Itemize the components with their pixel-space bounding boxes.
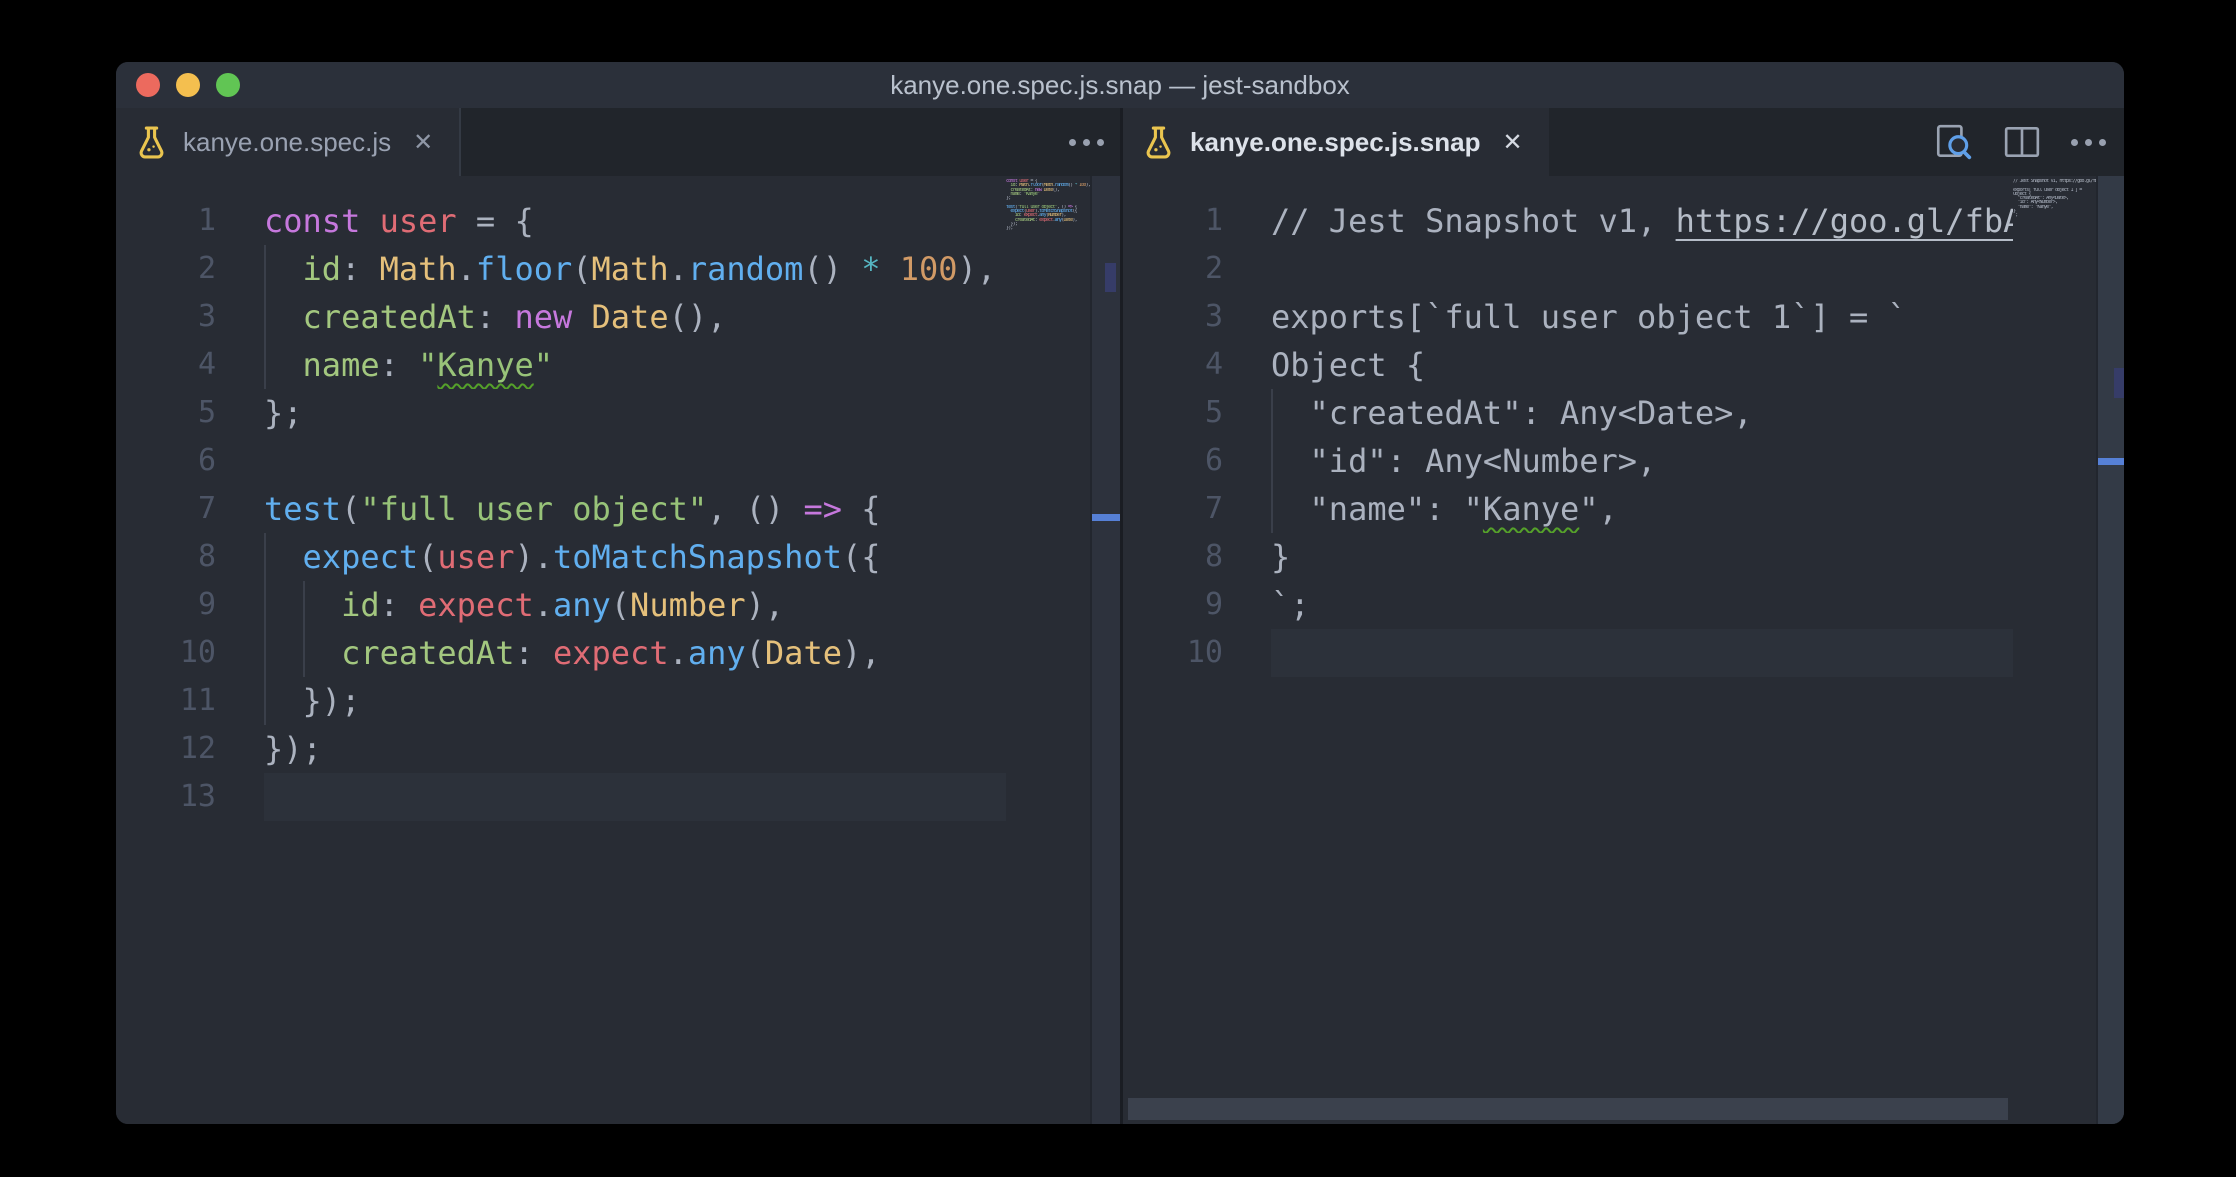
horizontal-scrollbar[interactable]: [1128, 1098, 2008, 1120]
line-number[interactable]: 5: [116, 389, 264, 437]
code-line[interactable]: 13: [116, 773, 1120, 821]
line-number[interactable]: 9: [116, 581, 264, 629]
right-minimap-content: // Jest Snapshot v1, https://goo.gl/fbAQ…: [2013, 179, 2096, 222]
line-number[interactable]: 5: [1123, 389, 1271, 437]
code-line[interactable]: 9 id: expect.any(Number),: [116, 581, 1120, 629]
editor-pane-snapshot: kanye.one.spec.js.snap ✕: [1123, 108, 2124, 1124]
code-line[interactable]: 7 "name": "Kanye",: [1123, 485, 2124, 533]
scroll-marker: [2114, 368, 2124, 398]
minimize-window-button[interactable]: [176, 73, 200, 97]
flask-icon: [1145, 126, 1172, 159]
line-number[interactable]: 7: [1123, 485, 1271, 533]
line-number[interactable]: 8: [1123, 533, 1271, 581]
line-number[interactable]: 13: [116, 773, 264, 821]
code-line[interactable]: 1// Jest Snapshot v1, https://goo.gl/fbA…: [1123, 197, 2124, 245]
line-number[interactable]: 6: [116, 437, 264, 485]
split-editor-icon[interactable]: [2003, 125, 2041, 159]
code-editor-spec[interactable]: 1const user = {2 id: Math.floor(Math.ran…: [116, 176, 1120, 1124]
left-code-lines: 1const user = {2 id: Math.floor(Math.ran…: [116, 197, 1120, 821]
zoom-window-button[interactable]: [216, 73, 240, 97]
line-number[interactable]: 4: [116, 341, 264, 389]
flask-icon: [138, 126, 165, 159]
more-actions-icon[interactable]: [1069, 108, 1104, 176]
left-minimap[interactable]: const user = { id: Math.floor(Math.rando…: [1006, 179, 1090, 1124]
tab-label: kanye.one.spec.js: [183, 127, 391, 158]
code-line[interactable]: 4Object {: [1123, 341, 2124, 389]
window-title: kanye.one.spec.js.snap — jest-sandbox: [116, 70, 2124, 101]
tab-kanye-one-spec-js[interactable]: kanye.one.spec.js ✕: [116, 108, 461, 176]
cursor-position-marker: [2098, 458, 2124, 465]
line-number[interactable]: 10: [116, 629, 264, 677]
more-actions-icon[interactable]: [2071, 139, 2106, 146]
code-line[interactable]: 12});: [116, 725, 1120, 773]
close-window-button[interactable]: [136, 73, 160, 97]
line-number[interactable]: 3: [1123, 293, 1271, 341]
code-line[interactable]: 10 createdAt: expect.any(Date),: [116, 629, 1120, 677]
line-number[interactable]: 2: [116, 245, 264, 293]
code-line[interactable]: 10: [1123, 629, 2124, 677]
code-line[interactable]: 2 id: Math.floor(Math.random() * 100),: [116, 245, 1120, 293]
close-tab-icon[interactable]: ✕: [409, 126, 437, 159]
open-preview-icon[interactable]: [1933, 123, 1973, 161]
code-line[interactable]: 9`;: [1123, 581, 2124, 629]
code-line[interactable]: 6: [116, 437, 1120, 485]
left-overview-ruler[interactable]: [1090, 176, 1120, 1124]
code-line[interactable]: 2: [1123, 245, 2124, 293]
left-tabbar: kanye.one.spec.js ✕: [116, 108, 1120, 176]
line-number[interactable]: 1: [116, 197, 264, 245]
line-number[interactable]: 1: [1123, 197, 1271, 245]
titlebar: kanye.one.spec.js.snap — jest-sandbox: [116, 62, 2124, 108]
code-line[interactable]: 3 createdAt: new Date(),: [116, 293, 1120, 341]
code-line[interactable]: 3exports[`full user object 1`] = `: [1123, 293, 2124, 341]
right-toolbar: [1933, 108, 2106, 176]
scroll-marker: [1105, 263, 1116, 292]
code-line[interactable]: 5 "createdAt": Any<Date>,: [1123, 389, 2124, 437]
line-number[interactable]: 10: [1123, 629, 1271, 677]
tab-kanye-one-spec-js-snap[interactable]: kanye.one.spec.js.snap ✕: [1123, 108, 1549, 176]
line-number[interactable]: 4: [1123, 341, 1271, 389]
code-line[interactable]: 1const user = {: [116, 197, 1120, 245]
line-number[interactable]: 7: [116, 485, 264, 533]
tab-label: kanye.one.spec.js.snap: [1190, 127, 1480, 158]
line-number[interactable]: 9: [1123, 581, 1271, 629]
line-number[interactable]: 6: [1123, 437, 1271, 485]
close-tab-icon[interactable]: ✕: [1498, 126, 1526, 159]
line-number[interactable]: 11: [116, 677, 264, 725]
cursor-position-marker: [1092, 514, 1120, 521]
editor-pane-spec: kanye.one.spec.js ✕ 1const user = {2 id:…: [116, 108, 1120, 1124]
right-code-lines: 1// Jest Snapshot v1, https://goo.gl/fbA…: [1123, 197, 2124, 677]
code-line[interactable]: 6 "id": Any<Number>,: [1123, 437, 2124, 485]
code-line[interactable]: 11 });: [116, 677, 1120, 725]
code-line[interactable]: 8}: [1123, 533, 2124, 581]
right-tabbar: kanye.one.spec.js.snap ✕: [1123, 108, 2124, 176]
line-number[interactable]: 3: [116, 293, 264, 341]
right-overview-ruler[interactable]: [2096, 176, 2124, 1124]
code-line[interactable]: 4 name: "Kanye": [116, 341, 1120, 389]
line-number[interactable]: 8: [116, 533, 264, 581]
traffic-lights: [116, 73, 240, 97]
line-number[interactable]: 12: [116, 725, 264, 773]
code-line[interactable]: 7test("full user object", () => {: [116, 485, 1120, 533]
line-number[interactable]: 2: [1123, 245, 1271, 293]
code-line[interactable]: 8 expect(user).toMatchSnapshot({: [116, 533, 1120, 581]
code-line[interactable]: 5};: [116, 389, 1120, 437]
right-minimap[interactable]: // Jest Snapshot v1, https://goo.gl/fbAQ…: [2013, 179, 2096, 1124]
code-editor-snapshot[interactable]: 1 // Jest Snapshot v1, https://goo.gl/fbA…: [1123, 176, 2124, 1124]
app-window: kanye.one.spec.js.snap — jest-sandbox ka…: [116, 62, 2124, 1124]
left-minimap-content: const user = { id: Math.floor(Math.rando…: [1006, 179, 1090, 235]
